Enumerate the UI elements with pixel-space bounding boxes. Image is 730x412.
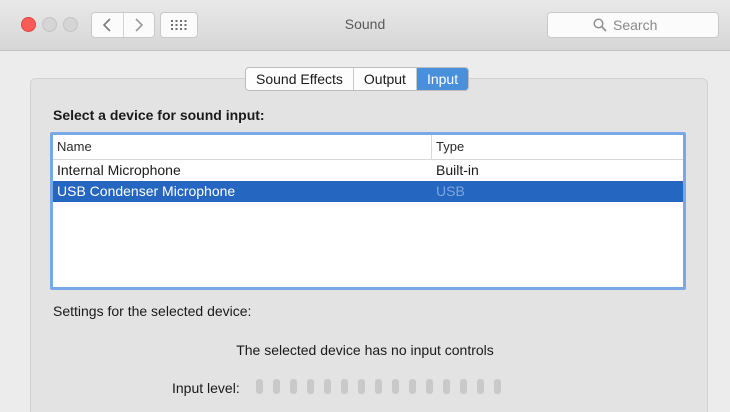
input-level-segment (494, 379, 501, 394)
device-type: USB (436, 183, 465, 199)
input-level-segment (341, 379, 348, 394)
no-input-controls-message: The selected device has no input control… (236, 342, 494, 358)
forward-button[interactable] (122, 13, 155, 37)
tab-sound-effects[interactable]: Sound Effects (246, 68, 353, 90)
input-device-table[interactable]: Name Type Internal Microphone Built-in U… (50, 132, 686, 290)
search-input[interactable] (613, 17, 673, 33)
input-level-meter (256, 379, 501, 394)
settings-label: Settings for the selected device: (53, 303, 252, 319)
device-name: Internal Microphone (57, 162, 181, 178)
column-header-type[interactable]: Type (432, 135, 683, 159)
table-header: Name Type (53, 135, 683, 160)
input-level-segment (460, 379, 467, 394)
input-level-segment (324, 379, 331, 394)
device-list-heading: Select a device for sound input: (53, 107, 265, 123)
zoom-window-button[interactable] (63, 17, 78, 32)
title-bar: Sound (0, 0, 730, 51)
search-field[interactable] (547, 12, 719, 38)
tab-input[interactable]: Input (415, 68, 469, 90)
input-level-segment (307, 379, 314, 394)
close-window-button[interactable] (21, 17, 36, 32)
minimize-window-button[interactable] (42, 17, 57, 32)
table-row[interactable]: Internal Microphone Built-in (53, 160, 683, 181)
input-level-segment (477, 379, 484, 394)
input-level-label: Input level: (172, 380, 240, 396)
device-name: USB Condenser Microphone (57, 183, 236, 199)
input-level-segment (409, 379, 416, 394)
input-level-segment (256, 379, 263, 394)
tab-bar: Sound Effects Output Input (245, 67, 470, 91)
search-icon (593, 18, 607, 32)
grid-icon (171, 20, 187, 30)
sound-preferences-window: Sound Sound Effects Output Input Select … (0, 0, 730, 412)
show-all-button[interactable] (160, 12, 198, 38)
chevron-left-icon (103, 18, 111, 32)
input-level-segment (392, 379, 399, 394)
input-level-segment (443, 379, 450, 394)
tab-output[interactable]: Output (352, 68, 416, 90)
input-level-segment (375, 379, 382, 394)
device-type: Built-in (436, 162, 479, 178)
chevron-right-icon (135, 18, 143, 32)
input-level-segment (358, 379, 365, 394)
back-button[interactable] (92, 13, 123, 37)
table-row[interactable]: USB Condenser Microphone USB (53, 181, 683, 202)
input-level-segment (426, 379, 433, 394)
column-header-name[interactable]: Name (53, 135, 432, 159)
input-level-segment (290, 379, 297, 394)
navigation-buttons (91, 12, 155, 38)
input-level-segment (273, 379, 280, 394)
